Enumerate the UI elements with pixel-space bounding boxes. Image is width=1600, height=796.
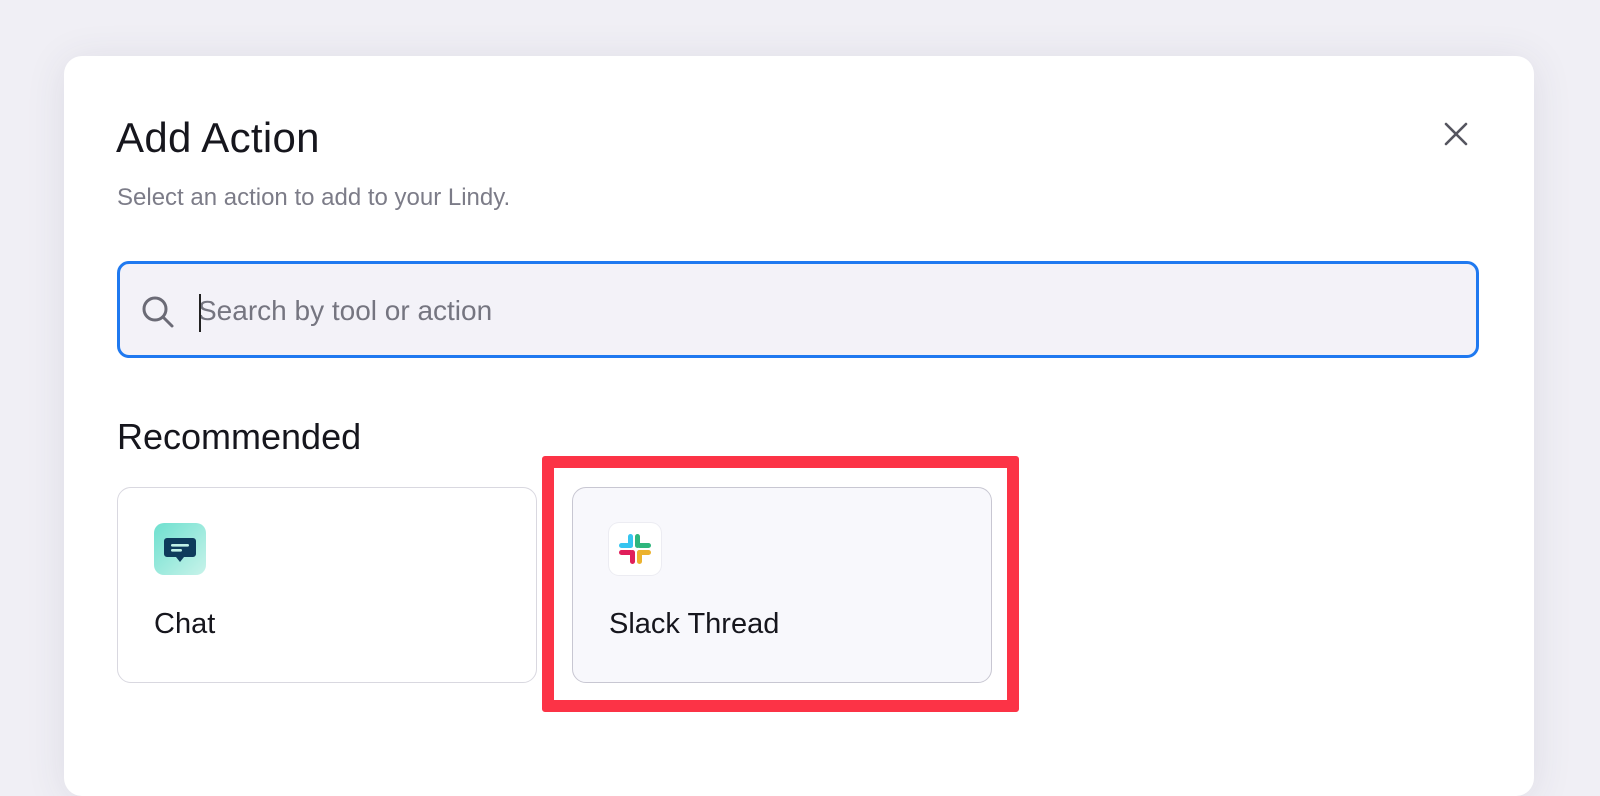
slack-logo-icon: [609, 523, 661, 575]
search-field[interactable]: [117, 261, 1479, 358]
close-icon: [1444, 122, 1468, 146]
search-input[interactable]: [198, 284, 1458, 338]
action-card-label: Chat: [154, 608, 216, 640]
text-cursor: [199, 294, 201, 332]
action-card-label: Slack Thread: [609, 608, 780, 640]
dialog-title: Add Action: [116, 114, 320, 161]
dialog-subtitle: Select an action to add to your Lindy.: [117, 184, 511, 211]
add-action-dialog: Add Action Select an action to add to yo…: [64, 56, 1534, 796]
action-card-chat[interactable]: Chat: [117, 487, 537, 683]
close-button[interactable]: [1436, 114, 1476, 154]
chat-bubble-icon: [154, 523, 206, 575]
recommended-heading: Recommended: [117, 416, 362, 457]
search-icon: [142, 296, 174, 328]
action-card-slack-thread[interactable]: Slack Thread: [572, 487, 992, 683]
